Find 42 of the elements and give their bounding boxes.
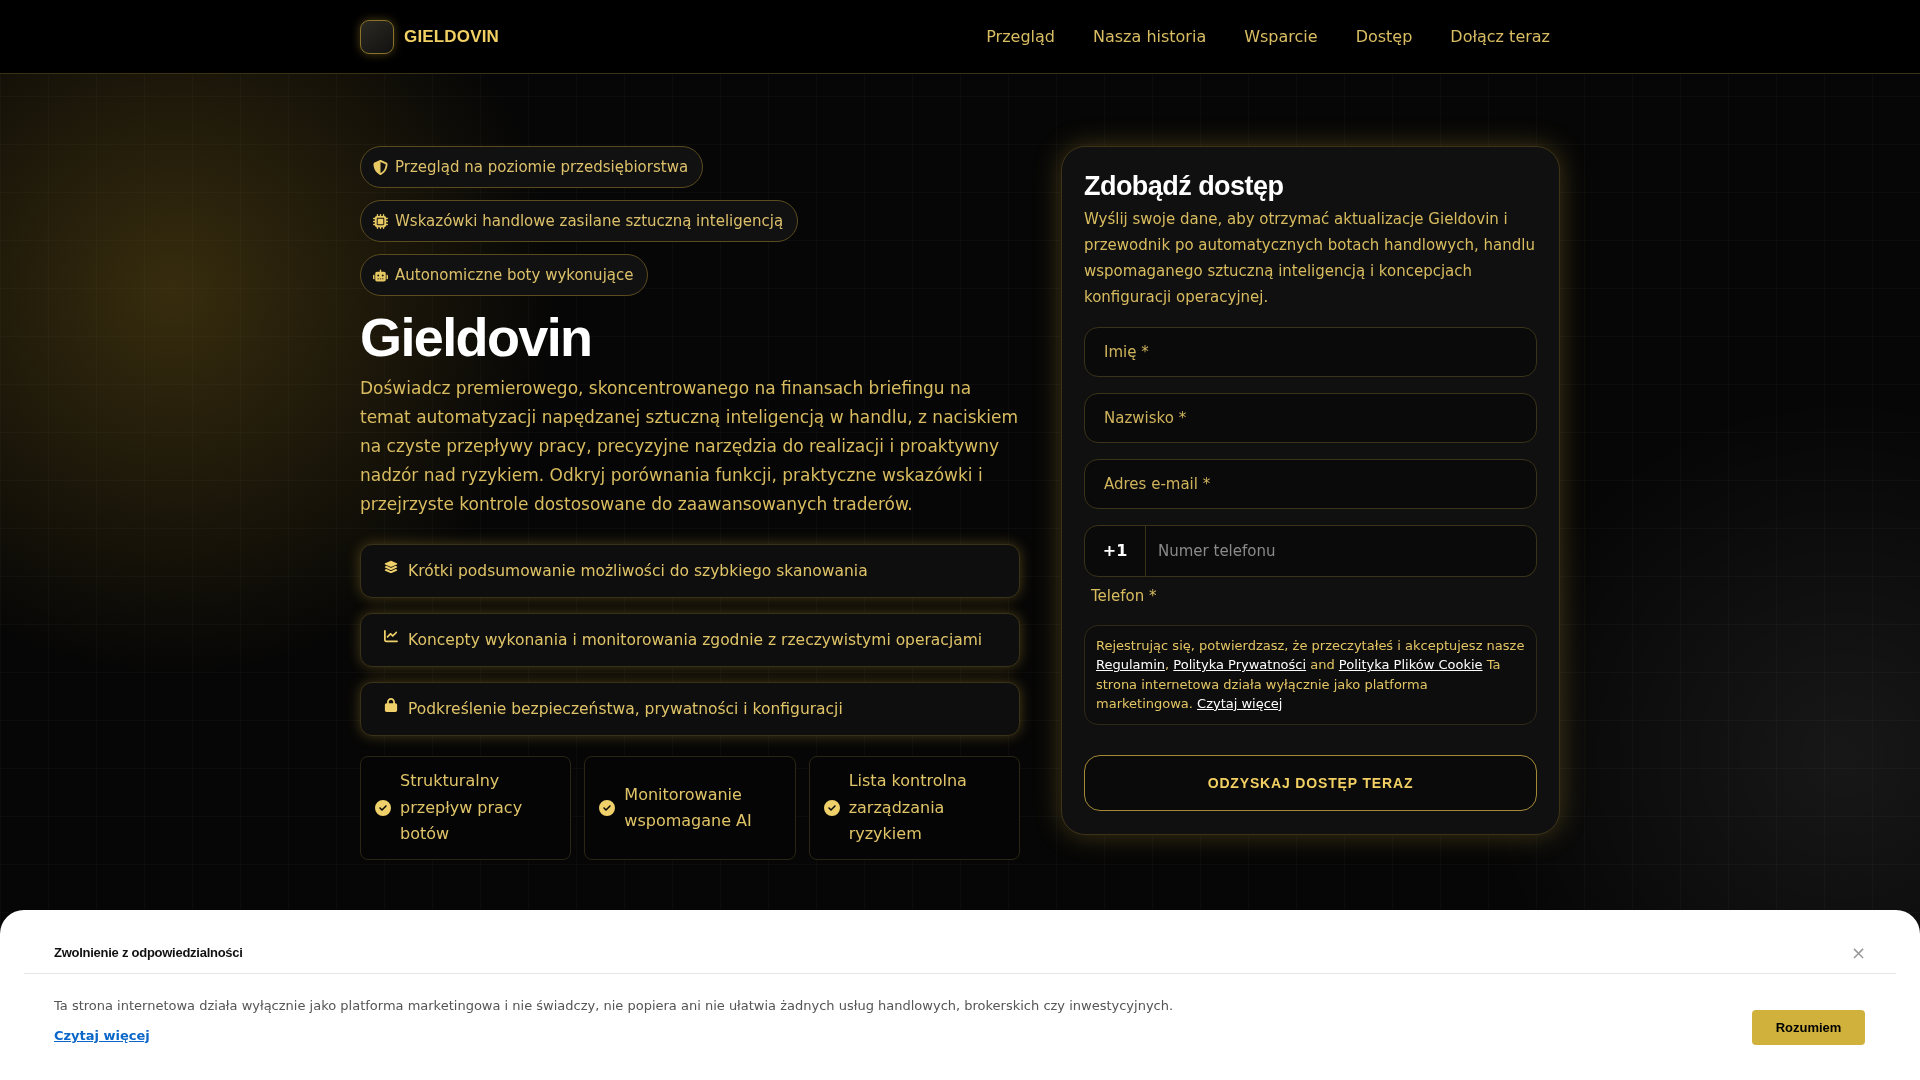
- layers-icon: [384, 560, 398, 574]
- nav-link[interactable]: Dołącz teraz: [1450, 24, 1550, 49]
- highlight-text: Lista kontrolna zarządzania ryzykiem: [848, 770, 968, 846]
- disclaimer-text: Ta strona internetowa działa wyłącznie jako platforma marketingowa i nie świadczy, nie popiera ani nie ułatwia żadnych usług handlowych, brokerskich czy inwestycyjnych.: [54, 997, 1174, 1015]
- nav-link[interactable]: Dostęp: [1355, 24, 1413, 49]
- submit-button[interactable]: ODZYSKAJ DOSTĘP TERAZ: [1084, 755, 1537, 812]
- badge-label: Autonomiczne boty wykonujące: [395, 264, 634, 286]
- badge-label: Przegląd na poziomie przedsiębiorstwa: [395, 156, 689, 178]
- input-field[interactable]: Imię *: [1084, 327, 1537, 377]
- country-code-prefix[interactable]: +1: [1084, 525, 1146, 577]
- line-chart-icon: [384, 629, 398, 643]
- nav-link[interactable]: Nasza historia: [1093, 24, 1207, 49]
- consent-link[interactable]: Polityka Plików Cookie: [1338, 657, 1483, 673]
- robot-icon: [373, 267, 388, 283]
- consent-link[interactable]: Regulamin: [1096, 657, 1166, 673]
- read-more-link[interactable]: Czytaj więcej: [54, 1027, 150, 1045]
- accept-button[interactable]: Rozumiem: [1752, 1010, 1865, 1045]
- form-description: Wyślij swoje dane, aby otrzymać aktualizacje Gieldovin i przewodnik po automatycznych botach handlowych, handlu wspomaganego sztuczną inteligencją i koncepcjach konfiguracji operacyjnej.: [1084, 209, 1536, 308]
- badge-label: Wskazówki handlowe zasilane sztuczną inteligencją: [395, 210, 784, 232]
- feature-text: Krótki podsumowanie możliwości do szybkiego skanowania: [408, 561, 868, 582]
- highlight-text: Monitorowanie wspomagane AI: [624, 783, 753, 832]
- nav-link[interactable]: Wsparcie: [1244, 24, 1318, 49]
- brand-name[interactable]: GIELDOVIN: [404, 23, 500, 50]
- logo-icon: [360, 19, 394, 54]
- consent-text: Rejestrując się, potwierdzasz, że przeczytałeś i akceptujesz nasze Regulamin, Polityka Prywatności and Polityka Plików Cookie Ta strona internetowa działa wyłącznie jako platforma marketingowa. Czytaj więcej: [1096, 637, 1525, 713]
- disclaimer-title: Zwolnienie z odpowiedzialności: [54, 944, 243, 962]
- consent-link[interactable]: Czytaj więcej: [1197, 695, 1283, 711]
- feature-text: Koncepty wykonania i monitorowania zgodnie z rzeczywistymi operacjami: [408, 630, 983, 651]
- hero-title: Gieldovin: [360, 306, 593, 369]
- nav-link[interactable]: Przegląd: [986, 24, 1055, 49]
- input-field[interactable]: Adres e-mail *: [1084, 459, 1537, 509]
- hero-description: Doświadcz premierowego, skoncentrowanego na finansach briefingu na temat automatyzacji napędzanej sztuczną inteligencją w handlu, z naciskiem na czyste przepływy pracy, precyzyjne narzędzia do realizacji i proaktywny nadzór nad ryzykiem. Odkryj porównania funkcji, praktyczne wskazówki i przejrzyste kontrole dostosowane do zaawansowanych traderów.: [360, 377, 1020, 516]
- feature-text: Podkreślenie bezpieczeństwa, prywatności i konfiguracji: [408, 699, 843, 720]
- consent-link[interactable]: Polityka Prywatności: [1173, 657, 1307, 673]
- phone-label: Telefon *: [1091, 586, 1157, 607]
- chip-icon: [373, 213, 388, 229]
- highlight-text: Strukturalny przepływ pracy botów: [400, 770, 524, 846]
- lock-icon: [384, 698, 398, 712]
- form-title: Zdobądź dostęp: [1084, 170, 1285, 203]
- phone-input[interactable]: Numer telefonu: [1146, 525, 1537, 577]
- input-field[interactable]: Nazwisko *: [1084, 393, 1537, 443]
- shield-icon: [373, 159, 388, 175]
